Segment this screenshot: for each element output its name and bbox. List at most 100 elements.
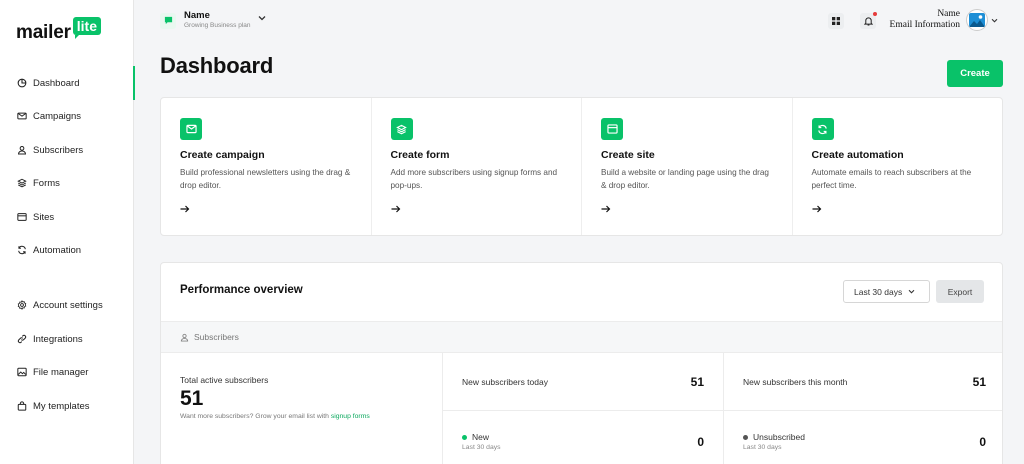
sidebar-item-label: Forms (33, 177, 60, 189)
stat-period: Last 30 days (743, 444, 782, 451)
date-range-value: Last 30 days (854, 286, 903, 297)
stat-label: New subscribers today (462, 377, 548, 387)
account-name: Name (184, 10, 210, 21)
link-icon (17, 334, 27, 344)
sidebar: mailer lite Dashboard Campaigns Subscrib… (0, 0, 135, 464)
stat-value: 0 (697, 435, 704, 449)
sidebar-item-label: My templates (33, 400, 90, 412)
sidebar-item-label: Campaigns (33, 110, 82, 122)
create-campaign-card[interactable]: Create campaign Build professional newsl… (161, 98, 372, 235)
subscribers-section-header: Subscribers (161, 321, 1002, 353)
account-plan: Growing Business plan (184, 22, 251, 29)
sidebar-item-label: Subscribers (33, 144, 84, 156)
card-title: Create form (390, 149, 450, 161)
mailerlite-logo[interactable]: mailer lite (16, 17, 102, 44)
create-automation-card[interactable]: Create automation Automate emails to rea… (793, 98, 1003, 235)
sidebar-item-label: Account settings (33, 299, 103, 311)
chevron-down-icon (908, 289, 915, 294)
envelope-icon (180, 118, 202, 140)
stat-value: 51 (972, 375, 986, 389)
browser-icon (601, 118, 623, 140)
image-icon (17, 367, 27, 377)
arrow-right-icon (601, 205, 611, 213)
user-icon (17, 145, 27, 155)
date-range-select[interactable]: Last 30 days (843, 280, 930, 303)
stat-value: 0 (979, 435, 986, 449)
sidebar-item-subscribers[interactable]: Subscribers (0, 139, 134, 161)
gray-dot (743, 435, 748, 441)
bag-icon (17, 401, 27, 411)
arrow-right-icon (391, 205, 400, 213)
stat-label-text: New (472, 432, 490, 442)
sidebar-item-label: Integrations (33, 333, 83, 345)
apps-button[interactable] (828, 13, 844, 29)
sidebar-item-label: File manager (33, 366, 89, 378)
performance-title: Performance overview (180, 284, 303, 296)
user-name: Name (937, 9, 960, 19)
create-site-card[interactable]: Create site Build a website or landing p… (582, 98, 793, 235)
avatar (966, 9, 988, 31)
create-button[interactable]: Create (947, 60, 1003, 87)
notification-dot (873, 12, 877, 16)
stat-label: New subscribers this month (743, 377, 848, 387)
logo-text: mailer (16, 22, 71, 43)
stat-new-this-month: New subscribers this month 51 (724, 353, 1002, 411)
card-description: Add more subscribers using signup forms … (390, 168, 558, 190)
stat-new-30-days: New Last 30 days 0 (443, 411, 724, 464)
sync-icon (18, 245, 26, 255)
gear-icon (17, 300, 27, 310)
stat-period: Last 30 days (462, 444, 501, 451)
user-menu[interactable]: Name Email Information (890, 9, 998, 31)
chat-icon (160, 12, 176, 29)
grid-icon (832, 17, 840, 25)
sidebar-item-dashboard[interactable]: Dashboard (0, 66, 135, 100)
grow-list-hint: Want more subscribers? Grow your email l… (180, 413, 370, 420)
grow-list-text: Want more subscribers? Grow your email l… (180, 413, 331, 420)
signup-forms-link[interactable]: signup forms (331, 413, 370, 420)
bell-icon (863, 17, 873, 26)
sidebar-item-file-manager[interactable]: File manager (0, 361, 134, 383)
sidebar-item-automation[interactable]: Automation (0, 239, 134, 261)
browser-icon (17, 213, 27, 221)
envelope-icon (17, 112, 27, 120)
green-dot (462, 435, 467, 441)
card-description: Build a website or landing page using th… (601, 168, 769, 190)
user-icon (180, 333, 189, 342)
sidebar-item-forms[interactable]: Forms (0, 172, 134, 194)
subscriber-stats: New subscribers today 51 New subscribers… (442, 353, 1002, 464)
performance-overview: Performance overview Last 30 days Export… (160, 262, 1003, 464)
topbar: Name Growing Business plan Name Email In… (134, 0, 1024, 46)
total-active-value: 51 (180, 387, 204, 410)
stat-new-today: New subscribers today 51 (443, 353, 724, 411)
layers-icon (17, 178, 27, 188)
sidebar-item-integrations[interactable]: Integrations (0, 328, 134, 350)
stat-unsubscribed: Unsubscribed Last 30 days 0 (724, 411, 1002, 464)
export-button[interactable]: Export (936, 280, 984, 303)
stat-label-text: Unsubscribed (753, 432, 805, 442)
sidebar-item-account-settings[interactable]: Account settings (0, 294, 134, 316)
sidebar-item-label: Sites (33, 211, 55, 223)
account-switcher[interactable]: Name Growing Business plan (160, 10, 266, 31)
dashboard-icon (17, 78, 27, 88)
sidebar-item-label: Automation (33, 244, 82, 256)
chevron-down-icon (259, 15, 266, 20)
chevron-down-icon (991, 18, 998, 23)
card-title: Create automation (811, 149, 904, 161)
sidebar-item-campaigns[interactable]: Campaigns (0, 105, 134, 127)
create-form-card[interactable]: Create form Add more subscribers using s… (372, 98, 582, 235)
quick-actions: Create campaign Build professional newsl… (160, 97, 1003, 236)
card-title: Create campaign (180, 149, 265, 161)
sidebar-item-sites[interactable]: Sites (0, 206, 134, 228)
section-label: Subscribers (194, 332, 239, 342)
stat-label: New (462, 432, 489, 442)
notifications-button[interactable] (860, 12, 877, 29)
total-active-label: Total active subscribers (180, 375, 269, 385)
stat-value: 51 (690, 375, 704, 389)
sidebar-item-my-templates[interactable]: My templates (0, 395, 134, 417)
card-description: Build professional newsletters using the… (180, 168, 351, 190)
page-title: Dashboard (160, 53, 274, 78)
logo-badge: lite (72, 17, 102, 39)
arrow-right-icon (812, 205, 821, 213)
card-description: Automate emails to reach subscribers at … (811, 168, 972, 190)
stat-label: Unsubscribed (743, 432, 805, 442)
